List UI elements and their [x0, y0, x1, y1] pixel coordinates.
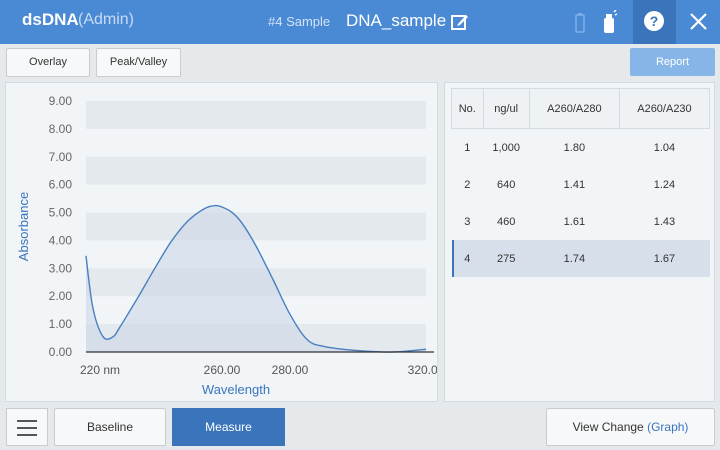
bottom-bar: Baseline Measure View Change (Graph)	[0, 405, 720, 450]
grid-band	[86, 156, 426, 185]
table-row[interactable]: 1 1,000 1.80 1.04	[452, 129, 710, 167]
x-tick-label: 320.00	[408, 363, 437, 377]
table-row[interactable]: 2 640 1.41 1.24	[452, 166, 710, 203]
edit-icon[interactable]	[450, 12, 470, 37]
cell-no: 1	[464, 141, 471, 154]
overlay-button[interactable]: Overlay	[6, 48, 90, 77]
cell-a260-a280: 1.80	[563, 141, 586, 154]
y-tick-label: 5.00	[49, 206, 73, 220]
baseline-button[interactable]: Baseline	[54, 408, 166, 446]
cell-a260-a280: 1.61	[563, 215, 586, 228]
help-button[interactable]: ?	[633, 0, 676, 44]
cell-no: 4	[451, 240, 484, 277]
y-tick-label: 8.00	[49, 122, 73, 136]
x-axis-label: Wavelength	[202, 382, 270, 397]
table-row[interactable]: 3 460 1.61 1.43	[452, 203, 710, 240]
measure-button[interactable]: Measure	[172, 408, 285, 446]
cell-a260-a230: 1.67	[619, 240, 710, 277]
device-icon	[602, 9, 618, 39]
cell-no: 3	[464, 215, 471, 228]
y-tick-label: 3.00	[49, 261, 73, 275]
table-header-row: No. ng/ul A260/A280 A260/A230	[451, 88, 711, 129]
grid-band	[86, 212, 426, 241]
absorbance-chart: 9.00 8.00 7.00 6.00 5.00 4.00 3.00 2.00 1.00 0.00…	[16, 94, 445, 397]
menu-icon-bar	[17, 434, 37, 436]
x-tick-label: 260.00	[204, 363, 241, 377]
peak-valley-button[interactable]: Peak/Valley	[96, 48, 181, 77]
view-change-mode: (Graph)	[647, 420, 689, 434]
results-table-panel: No. ng/ul A260/A280 A260/A230 1 1,000 1.…	[444, 82, 715, 402]
col-header-concentration: ng/ul	[482, 88, 530, 129]
battery-icon	[575, 13, 585, 38]
app-role: (Admin)	[78, 11, 135, 28]
view-change-label: View Change	[572, 420, 644, 434]
cell-a260-a230: 1.24	[653, 178, 676, 191]
menu-icon	[17, 420, 37, 422]
x-tick-label: 280.00	[272, 363, 309, 377]
cell-a260-a230: 1.43	[653, 215, 676, 228]
cell-concentration: 1,000	[492, 141, 520, 154]
y-tick-label: 1.00	[49, 317, 73, 331]
cell-no: 2	[464, 178, 471, 191]
app-header: dsDNA (Admin) #4 Sample DNA_sample ?	[0, 0, 720, 44]
y-tick-label: 0.00	[49, 345, 73, 359]
close-button[interactable]	[677, 0, 720, 44]
menu-button[interactable]	[6, 408, 48, 446]
spectrum-chart-panel: 9.00 8.00 7.00 6.00 5.00 4.00 3.00 2.00 1.00 0.00…	[5, 82, 445, 402]
help-icon: ?	[644, 11, 664, 31]
app-name: dsDNA	[22, 10, 79, 29]
view-change-button[interactable]: View Change (Graph)	[546, 408, 715, 446]
y-tick-label: 2.00	[49, 289, 73, 303]
cell-a260-a230: 1.04	[653, 141, 676, 154]
col-header-no: No.	[451, 88, 484, 129]
y-axis-label: Absorbance	[16, 192, 31, 261]
sample-name[interactable]: DNA_sample	[346, 11, 446, 31]
results-table: No. ng/ul A260/A280 A260/A230 1 1,000 1.…	[451, 88, 711, 277]
cell-a260-a280: 1.74	[529, 240, 620, 277]
menu-icon-bar	[17, 427, 37, 429]
cell-concentration: 460	[497, 215, 516, 228]
cell-concentration: 640	[497, 178, 516, 191]
x-tick-label: 220 nm	[80, 363, 120, 377]
report-button[interactable]: Report	[630, 48, 715, 76]
y-tick-label: 9.00	[49, 94, 73, 108]
table-row-selected[interactable]: 4 275 1.74 1.67	[451, 240, 710, 277]
y-tick-label: 6.00	[49, 178, 73, 192]
close-icon	[690, 13, 707, 30]
cell-concentration: 275	[483, 240, 530, 277]
y-tick-label: 7.00	[49, 150, 73, 164]
y-tick-label: 4.00	[49, 233, 73, 247]
sample-number: #4 Sample	[268, 14, 331, 29]
grid-band	[86, 101, 426, 129]
col-header-a260-a230: A260/A230	[618, 88, 711, 129]
col-header-a260-a280: A260/A280	[528, 88, 620, 129]
cell-a260-a280: 1.41	[563, 178, 586, 191]
